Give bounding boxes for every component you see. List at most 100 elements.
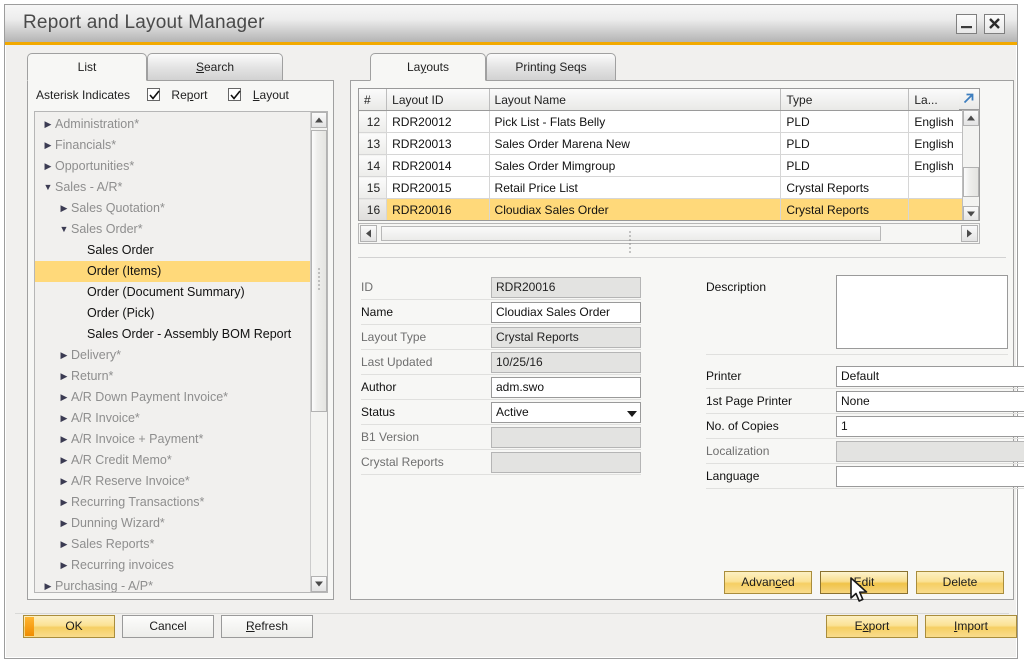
tree-node[interactable]: ▶Opportunities* — [35, 156, 310, 177]
tree-scroll-up-button[interactable] — [311, 112, 327, 128]
import-button[interactable]: Import — [925, 615, 1017, 638]
layout-checkbox[interactable] — [228, 88, 241, 101]
tree-node[interactable]: ▶A/R Invoice* — [35, 408, 310, 429]
chevron-right-icon[interactable]: ▶ — [41, 114, 55, 135]
cell-name: Sales Order Marena New — [489, 133, 781, 155]
chevron-right-icon[interactable]: ▶ — [57, 450, 71, 471]
chevron-right-icon[interactable]: ▶ — [57, 555, 71, 576]
chevron-down-icon[interactable]: ▼ — [57, 219, 71, 240]
description-textarea[interactable] — [836, 275, 1008, 349]
report-checkbox[interactable] — [147, 88, 160, 101]
chevron-right-icon[interactable]: ▶ — [57, 198, 71, 219]
close-button[interactable] — [984, 14, 1005, 34]
tree-node[interactable]: ▶Return* — [35, 366, 310, 387]
tree-node[interactable]: ▶A/R Invoice + Payment* — [35, 429, 310, 450]
field-input[interactable]: Cloudiax Sales Order — [491, 302, 641, 323]
grid-horizontal-scroll-thumb[interactable] — [381, 226, 881, 241]
chevron-right-icon[interactable]: ▶ — [41, 576, 55, 593]
table-row[interactable]: 15RDR20015Retail Price ListCrystal Repor… — [359, 177, 979, 199]
tree-node[interactable]: ▶Sales Quotation* — [35, 198, 310, 219]
chevron-right-icon[interactable]: ▶ — [41, 135, 55, 156]
tree-node[interactable]: ▶A/R Credit Memo* — [35, 450, 310, 471]
col-header-layout-id[interactable]: Layout ID — [387, 89, 489, 111]
tree-node[interactable]: ▼Sales Order* — [35, 219, 310, 240]
chevron-right-icon[interactable]: ▶ — [57, 513, 71, 534]
tab-layouts[interactable]: Layouts — [370, 53, 486, 81]
field-readonly: 10/25/16 — [491, 352, 641, 373]
description-label: Description — [706, 277, 766, 298]
tree-scroll-down-button[interactable] — [311, 576, 327, 592]
tree-node[interactable]: ▶Sales Reports* — [35, 534, 310, 555]
checkmark-icon — [230, 90, 241, 101]
chevron-right-icon[interactable]: ▶ — [57, 534, 71, 555]
advanced-button[interactable]: Advanced — [724, 571, 812, 594]
chevron-right-icon[interactable]: ▶ — [57, 471, 71, 492]
table-row[interactable]: 14RDR20014Sales Order MimgroupPLDEnglish — [359, 155, 979, 177]
tree-node-label: Return* — [71, 369, 113, 383]
tree-node[interactable]: Sales Order - Assembly BOM Report — [35, 324, 310, 345]
grid-scroll-right-button[interactable] — [961, 225, 978, 242]
table-row[interactable]: 16RDR20016Cloudiax Sales OrderCrystal Re… — [359, 199, 979, 221]
tree-node[interactable]: ▼Sales - A/R* — [35, 177, 310, 198]
tree-node[interactable]: ▶A/R Down Payment Invoice* — [35, 387, 310, 408]
cancel-button[interactable]: Cancel — [122, 615, 214, 638]
grid-scroll-down-button[interactable] — [963, 206, 979, 221]
col-header-index[interactable]: # — [359, 89, 387, 111]
chevron-down-icon[interactable]: ▼ — [41, 177, 55, 198]
tree-node[interactable]: ▶Dunning Wizard* — [35, 513, 310, 534]
tree-node[interactable]: Sales Order — [35, 240, 310, 261]
chevron-right-icon[interactable]: ▶ — [57, 408, 71, 429]
ok-button[interactable]: OK — [23, 615, 115, 638]
field-select[interactable]: None — [836, 391, 1024, 412]
delete-button-label: Delete — [943, 575, 978, 589]
chevron-right-icon[interactable]: ▶ — [57, 429, 71, 450]
grid-horizontal-scrollbar[interactable] — [358, 223, 980, 244]
field-value: None — [841, 394, 870, 408]
chevron-right-icon[interactable]: ▶ — [57, 492, 71, 513]
chevron-right-icon[interactable]: ▶ — [57, 366, 71, 387]
tree-node[interactable]: ▶Delivery* — [35, 345, 310, 366]
panel-divider — [358, 257, 1006, 258]
tab-search[interactable]: Search — [147, 53, 283, 80]
tab-list[interactable]: List — [27, 53, 147, 81]
tab-printing-seqs[interactable]: Printing Seqs — [486, 53, 616, 80]
col-header-type[interactable]: Type — [781, 89, 909, 111]
field-select[interactable]: Active — [491, 402, 641, 423]
expand-grid-button[interactable] — [959, 89, 979, 110]
tree-node[interactable]: Order (Items) — [35, 261, 310, 282]
tree-node[interactable]: Order (Document Summary) — [35, 282, 310, 303]
field-select[interactable]: Default — [836, 366, 1024, 387]
refresh-button[interactable]: Refresh — [221, 615, 313, 638]
grid-scroll-thumb[interactable] — [963, 167, 979, 197]
chevron-right-icon[interactable]: ▶ — [57, 345, 71, 366]
delete-button[interactable]: Delete — [916, 571, 1004, 594]
caret-down-icon — [964, 207, 978, 221]
field-underline — [361, 474, 641, 475]
edit-button[interactable]: Edit — [820, 571, 908, 594]
tree-node[interactable]: ▶Financials* — [35, 135, 310, 156]
grid-scroll-up-button[interactable] — [963, 110, 979, 126]
chevron-right-icon[interactable]: ▶ — [41, 156, 55, 177]
tree-vertical-scrollbar[interactable] — [310, 112, 327, 592]
tree-node[interactable]: ▶Recurring Transactions* — [35, 492, 310, 513]
grid-vertical-scrollbar[interactable] — [962, 110, 979, 221]
table-row[interactable]: 13RDR20013Sales Order Marena NewPLDEngli… — [359, 133, 979, 155]
chevron-right-icon[interactable]: ▶ — [57, 387, 71, 408]
tree-node-label: Recurring invoices — [71, 558, 174, 572]
col-header-layout-name[interactable]: Layout Name — [489, 89, 781, 111]
tree-node[interactable]: ▶A/R Reserve Invoice* — [35, 471, 310, 492]
field-underline — [361, 399, 641, 400]
tree-node[interactable]: Order (Pick) — [35, 303, 310, 324]
tree-node[interactable]: ▶Administration* — [35, 114, 310, 135]
field-select[interactable] — [836, 466, 1024, 487]
tree-node[interactable]: ▶Recurring invoices — [35, 555, 310, 576]
minimize-button[interactable] — [956, 14, 977, 34]
grid-scroll-left-button[interactable] — [360, 225, 377, 242]
table-row[interactable]: 12RDR20012Pick List - Flats BellyPLDEngl… — [359, 111, 979, 133]
field-input[interactable]: adm.swo — [491, 377, 641, 398]
export-button[interactable]: Export — [826, 615, 918, 638]
tree-node-spacer — [73, 324, 87, 345]
tree-scroll-thumb[interactable] — [311, 130, 327, 412]
tree-node[interactable]: ▶Purchasing - A/P* — [35, 576, 310, 593]
field-input[interactable]: 1 — [836, 416, 1024, 437]
